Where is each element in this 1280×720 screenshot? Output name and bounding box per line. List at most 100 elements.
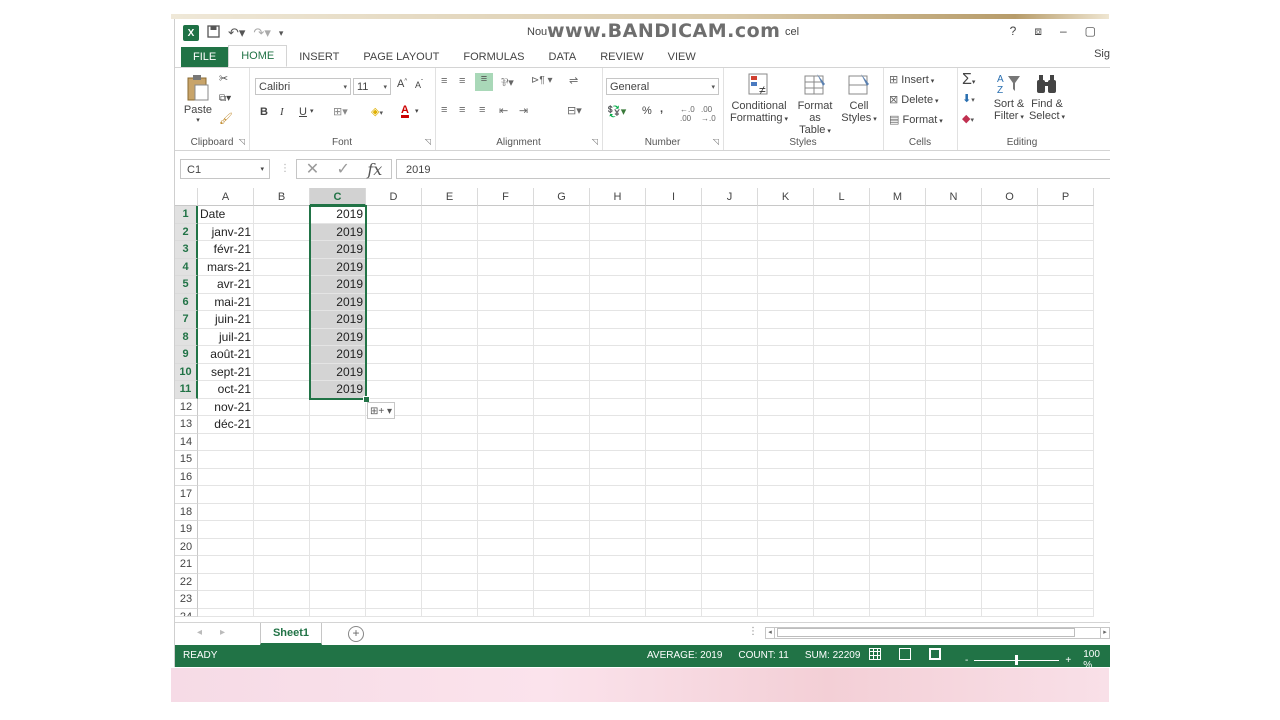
cell-l3[interactable] xyxy=(814,241,870,259)
tab-insert[interactable]: INSERT xyxy=(287,47,351,67)
autosum-icon[interactable]: Σ▾ xyxy=(962,71,975,89)
cell-c2[interactable]: 2019 xyxy=(310,223,366,241)
cell-j23[interactable] xyxy=(702,591,758,609)
cell-f1[interactable] xyxy=(478,206,534,224)
cell-e5[interactable] xyxy=(422,276,478,294)
cell-f3[interactable] xyxy=(478,241,534,259)
cell-c16[interactable] xyxy=(310,468,366,486)
customize-qat-icon[interactable]: ▾ xyxy=(279,28,284,39)
cell-i20[interactable] xyxy=(646,538,702,556)
cell-g14[interactable] xyxy=(534,433,590,451)
cell-a24[interactable] xyxy=(198,608,254,617)
cell-n16[interactable] xyxy=(926,468,982,486)
cell-j9[interactable] xyxy=(702,346,758,364)
cell-i2[interactable] xyxy=(646,223,702,241)
cell-n7[interactable] xyxy=(926,311,982,329)
cell-b11[interactable] xyxy=(254,381,310,399)
cell-b9[interactable] xyxy=(254,346,310,364)
cell-f14[interactable] xyxy=(478,433,534,451)
cell-m7[interactable] xyxy=(870,311,926,329)
cell-c6[interactable]: 2019 xyxy=(310,293,366,311)
cell-a6[interactable]: mai-21 xyxy=(198,293,254,311)
cell-p17[interactable] xyxy=(1038,486,1094,504)
cell-i19[interactable] xyxy=(646,521,702,539)
percent-button[interactable]: % xyxy=(642,105,652,117)
underline-dropdown-icon[interactable]: ▾ xyxy=(310,107,314,115)
cell-g22[interactable] xyxy=(534,573,590,591)
cell-o20[interactable] xyxy=(982,538,1038,556)
cell-n8[interactable] xyxy=(926,328,982,346)
zoom-level[interactable]: 100 % xyxy=(1083,649,1110,667)
cell-m6[interactable] xyxy=(870,293,926,311)
column-header-i[interactable]: I xyxy=(646,188,702,206)
row-header-1[interactable]: 1 xyxy=(175,206,198,224)
cell-b20[interactable] xyxy=(254,538,310,556)
cell-k2[interactable] xyxy=(758,223,814,241)
normal-view-icon[interactable] xyxy=(869,648,881,660)
format-as-table-button[interactable]: Format as Table ▾ xyxy=(791,72,839,136)
cell-h8[interactable] xyxy=(590,328,646,346)
cell-g19[interactable] xyxy=(534,521,590,539)
cell-a15[interactable] xyxy=(198,451,254,469)
cell-m16[interactable] xyxy=(870,468,926,486)
cell-b24[interactable] xyxy=(254,608,310,617)
cell-k13[interactable] xyxy=(758,416,814,434)
cell-c20[interactable] xyxy=(310,538,366,556)
cell-f6[interactable] xyxy=(478,293,534,311)
cell-g11[interactable] xyxy=(534,381,590,399)
cell-j14[interactable] xyxy=(702,433,758,451)
column-header-h[interactable]: H xyxy=(590,188,646,206)
scroll-right-icon[interactable]: ▸ xyxy=(1100,627,1110,639)
cell-h13[interactable] xyxy=(590,416,646,434)
cell-a18[interactable] xyxy=(198,503,254,521)
cell-f16[interactable] xyxy=(478,468,534,486)
cell-c9[interactable]: 2019 xyxy=(310,346,366,364)
cell-g15[interactable] xyxy=(534,451,590,469)
cell-k9[interactable] xyxy=(758,346,814,364)
cell-f7[interactable] xyxy=(478,311,534,329)
cell-g20[interactable] xyxy=(534,538,590,556)
cell-k4[interactable] xyxy=(758,258,814,276)
cell-d15[interactable] xyxy=(366,451,422,469)
tab-home[interactable]: HOME xyxy=(228,45,288,67)
cell-e13[interactable] xyxy=(422,416,478,434)
cell-o15[interactable] xyxy=(982,451,1038,469)
cell-p3[interactable] xyxy=(1038,241,1094,259)
cell-a13[interactable]: déc-21 xyxy=(198,416,254,434)
italic-button[interactable]: I xyxy=(280,106,284,118)
cell-j6[interactable] xyxy=(702,293,758,311)
column-header-c[interactable]: C xyxy=(310,188,366,206)
decrease-decimal-icon[interactable]: .00 →.0 xyxy=(701,105,716,123)
cell-a5[interactable]: avr-21 xyxy=(198,276,254,294)
cell-p23[interactable] xyxy=(1038,591,1094,609)
cell-h7[interactable] xyxy=(590,311,646,329)
cell-j24[interactable] xyxy=(702,608,758,617)
format-cells-button[interactable]: ▤ Format ▾ xyxy=(889,113,943,126)
zoom-out-icon[interactable]: - xyxy=(965,655,968,666)
cell-c15[interactable] xyxy=(310,451,366,469)
cell-m2[interactable] xyxy=(870,223,926,241)
cell-d7[interactable] xyxy=(366,311,422,329)
cell-i9[interactable] xyxy=(646,346,702,364)
cell-n21[interactable] xyxy=(926,556,982,574)
cell-j7[interactable] xyxy=(702,311,758,329)
cell-i10[interactable] xyxy=(646,363,702,381)
cell-p21[interactable] xyxy=(1038,556,1094,574)
cell-b1[interactable] xyxy=(254,206,310,224)
cell-d2[interactable] xyxy=(366,223,422,241)
align-left-icon[interactable]: ≡ xyxy=(441,104,447,116)
cell-m20[interactable] xyxy=(870,538,926,556)
page-break-view-icon[interactable] xyxy=(929,648,941,660)
scroll-split-icon[interactable]: ⋮ xyxy=(748,626,758,637)
maximize-button[interactable]: ▢ xyxy=(1085,24,1096,39)
tab-formulas[interactable]: FORMULAS xyxy=(451,47,536,67)
alignment-launcher-icon[interactable]: ◹ xyxy=(592,137,598,146)
cell-j4[interactable] xyxy=(702,258,758,276)
cell-i4[interactable] xyxy=(646,258,702,276)
text-direction-icon[interactable]: ⊳¶ ▾ xyxy=(531,75,553,86)
cell-a10[interactable]: sept-21 xyxy=(198,363,254,381)
cell-h4[interactable] xyxy=(590,258,646,276)
cell-b4[interactable] xyxy=(254,258,310,276)
cell-f20[interactable] xyxy=(478,538,534,556)
page-layout-view-icon[interactable] xyxy=(899,648,911,660)
